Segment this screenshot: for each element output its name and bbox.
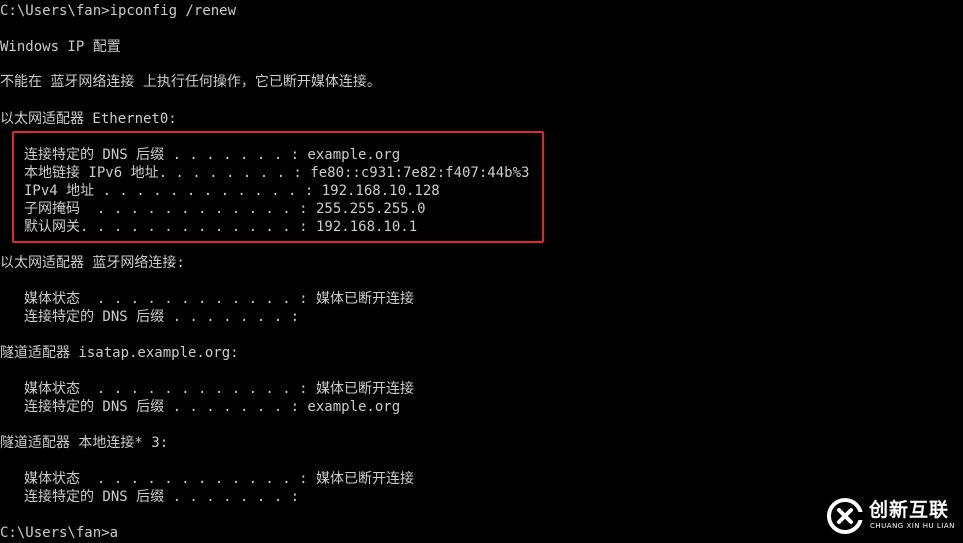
bluetooth-media-state: 媒体状态 . . . . . . . . . . . . : 媒体已断开连接 xyxy=(24,291,415,307)
output-warning-bluetooth: 不能在 蓝牙网络连接 上执行任何操作，它已断开媒体连接。 xyxy=(0,74,381,90)
chuangxin-logo-icon xyxy=(827,498,863,534)
watermark-brand-subtitle: CHUANG XIN HU LIAN xyxy=(870,522,955,530)
red-highlight-box xyxy=(12,131,544,243)
command-line-ipconfig-renew: C:\Users\fan>ipconfig /renew xyxy=(0,3,237,19)
bluetooth-dns-suffix: 连接特定的 DNS 后缀 . . . . . . . : xyxy=(24,309,300,325)
adapter-heading-local-connection-3: 隧道适配器 本地连接* 3: xyxy=(0,435,169,451)
adapter-heading-bluetooth: 以太网适配器 蓝牙网络连接: xyxy=(0,255,185,271)
local3-media-state: 媒体状态 . . . . . . . . . . . . : 媒体已断开连接 xyxy=(24,471,415,487)
watermark-logo: 创新互联 CHUANG XIN HU LIAN xyxy=(815,488,963,543)
terminal-window[interactable]: C:\Users\fan>ipconfig /renew Windows IP … xyxy=(0,0,963,543)
watermark-brand-name: 创新互联 xyxy=(869,499,950,521)
isatap-dns-suffix: 连接特定的 DNS 后缀 . . . . . . . : example.org xyxy=(24,399,401,415)
local3-dns-suffix: 连接特定的 DNS 后缀 . . . . . . . : xyxy=(24,489,300,505)
output-header-windows-ip-config: Windows IP 配置 xyxy=(0,39,121,55)
isatap-media-state: 媒体状态 . . . . . . . . . . . . : 媒体已断开连接 xyxy=(24,381,415,397)
command-prompt-input[interactable]: C:\Users\fan>a xyxy=(0,524,118,542)
adapter-heading-ethernet0: 以太网适配器 Ethernet0: xyxy=(0,111,177,127)
adapter-heading-isatap: 隧道适配器 isatap.example.org: xyxy=(0,345,239,361)
